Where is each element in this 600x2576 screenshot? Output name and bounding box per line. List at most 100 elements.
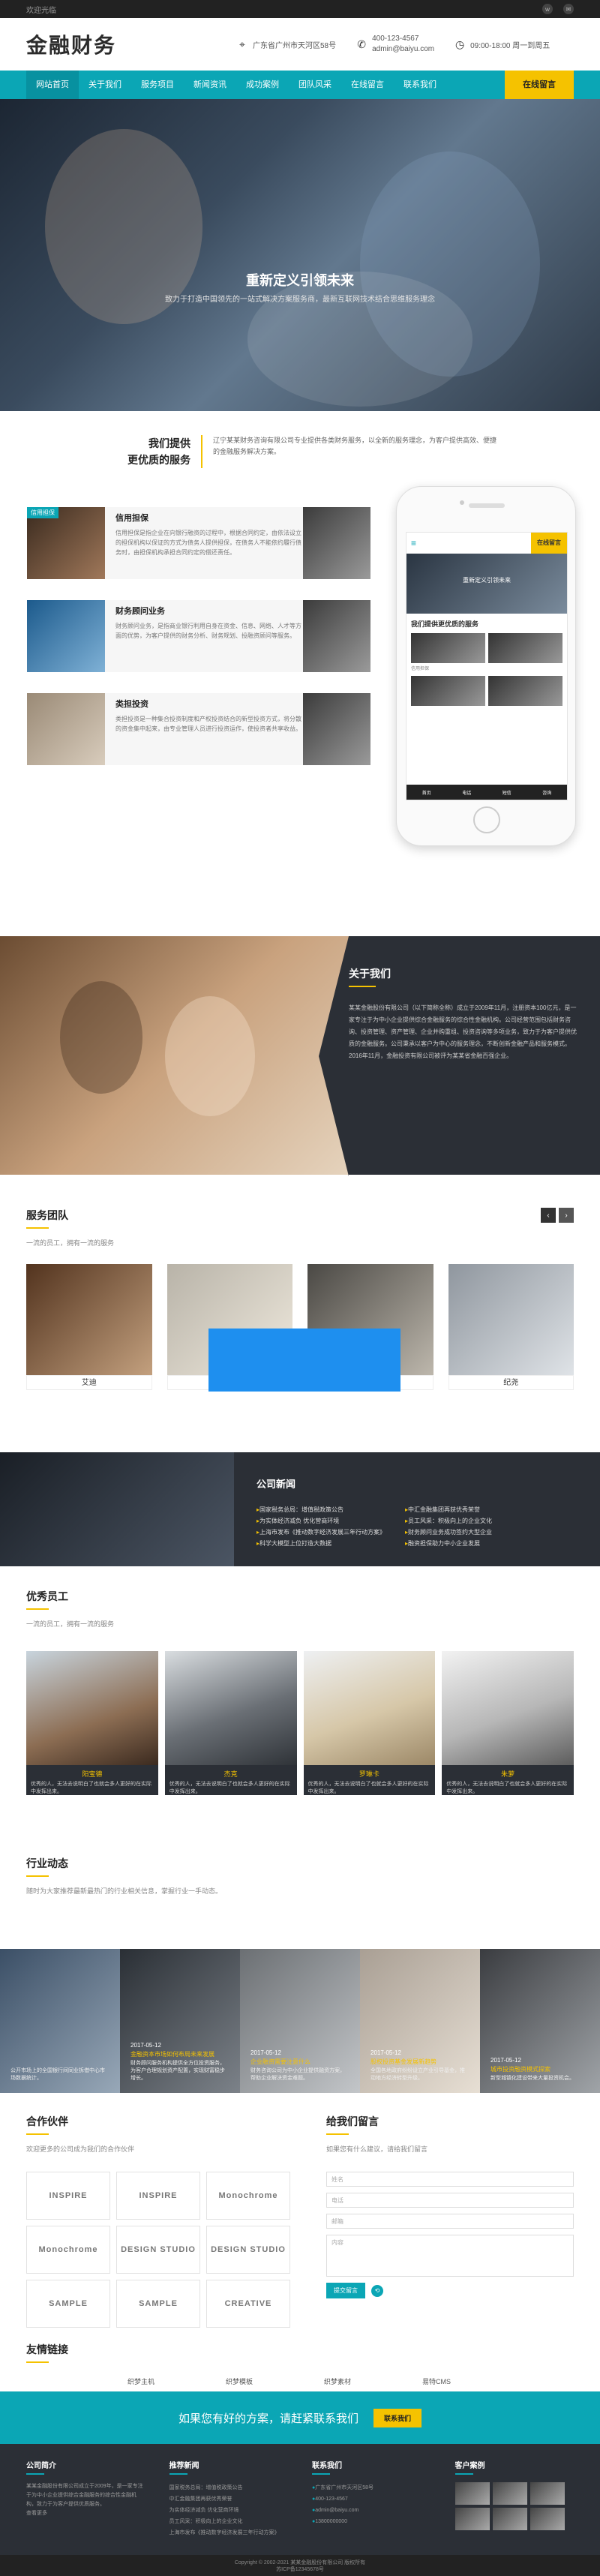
news-title: 公司新闻 bbox=[256, 1479, 296, 1490]
partner-logo[interactable]: INSPIRE bbox=[116, 2172, 200, 2220]
news-link[interactable]: 员工风采：积极向上的企业文化 bbox=[405, 1515, 492, 1527]
header-contact: ✆ 400-123-4567 admin@baiyu.com bbox=[356, 34, 434, 55]
team-title: 服务团队 bbox=[26, 1209, 68, 1221]
about-text: 某某金融股份有限公司（以下简称全称）成立于2009年11月，注册资本100亿元，… bbox=[349, 1004, 577, 1059]
staff-card[interactable]: 阳宝德 优秀的人，无法去说明白了也就会多人更好的在实际中发挥出来。 bbox=[26, 1651, 158, 1795]
site-header: 金融财务 ⌖ 广东省广州市天河区58号 ✆ 400-123-4567 admin@… bbox=[0, 18, 600, 71]
hero-title: 重新定义引领未来 bbox=[246, 273, 354, 288]
weibo-icon[interactable]: w bbox=[542, 4, 553, 14]
staff-card[interactable]: 朱萝 优秀的人，无法去说明白了也就会多人更好的在实际中发挥出来。 bbox=[442, 1651, 574, 1795]
prev-arrow-icon[interactable]: ‹ bbox=[541, 1208, 556, 1223]
trend-item[interactable]: 2017-05-12 股权投资基金发展新趋势 全国各地政府纷纷设立产业引导基金，推动… bbox=[360, 1949, 480, 2093]
nav-message[interactable]: 在线留言 bbox=[341, 71, 394, 99]
team-card[interactable]: 艾迪 bbox=[26, 1264, 152, 1390]
site-logo[interactable]: 金融财务 bbox=[26, 29, 236, 59]
footer-address: 广东省广州市天河区58号 bbox=[312, 2482, 431, 2493]
news-link[interactable]: 财务顾问业务成功签约大型企业 bbox=[405, 1527, 492, 1538]
mobile-preview: ≡ 在线留言 重新定义引领未来 我们提供更优质的服务 信用担保 首页 电话 短信 咨询 bbox=[396, 486, 576, 846]
trend-gallery: 公开市场上的全国银行间同业拆借中心市场数据统计。 2017-05-12 金融资本市… bbox=[0, 1949, 600, 2093]
news-link[interactable]: 国家税务总局：增值税政策公告 bbox=[256, 1504, 386, 1515]
content-field[interactable]: 内容 bbox=[326, 2235, 574, 2277]
footer-contact-title: 联系我们 bbox=[312, 2462, 342, 2470]
company-news: 公司新闻 国家税务总局：增值税政策公告 为实体经济减负 优化营商环境 上海市发布… bbox=[0, 1452, 600, 1566]
nav-team[interactable]: 团队风采 bbox=[289, 71, 341, 99]
staff-card[interactable]: 罗琳卡 优秀的人，无法去说明白了也就会多人更好的在实际中发挥出来。 bbox=[303, 1651, 436, 1795]
services-section: 我们提供 更优质的服务 辽宁某某财务咨询有限公司专业提供各类财务服务，以全新的服务… bbox=[0, 411, 600, 936]
partners-subtitle: 欢迎更多的公司成为我们的合作伙伴 bbox=[26, 2145, 135, 2153]
nav-home[interactable]: 网站首页 bbox=[26, 71, 79, 99]
service-image bbox=[27, 600, 105, 672]
friend-link[interactable]: 织梦模板 bbox=[226, 2376, 253, 2386]
phone-field[interactable]: 电话 bbox=[326, 2193, 574, 2208]
news-link[interactable]: 上海市发布《推动数字经济发展三年行动方案》 bbox=[256, 1527, 386, 1538]
friend-link[interactable]: 易特CMS bbox=[422, 2376, 451, 2386]
news-link[interactable]: 科学大模型上位打造大数据 bbox=[256, 1538, 386, 1549]
contact-us-button[interactable]: 联系我们 bbox=[374, 2408, 422, 2427]
staff-section: 优秀员工 一流的员工，拥有一流的服务 阳宝德 优秀的人，无法去说明白了也就会多人更… bbox=[0, 1566, 600, 1829]
service-image bbox=[27, 693, 105, 765]
reset-icon[interactable]: ⟲ bbox=[371, 2284, 383, 2297]
nav-cases[interactable]: 成功案例 bbox=[236, 71, 289, 99]
nav-services[interactable]: 服务项目 bbox=[131, 71, 184, 99]
case-thumbnails[interactable] bbox=[454, 2482, 574, 2530]
menu-icon[interactable]: ≡ bbox=[411, 538, 416, 548]
next-arrow-icon[interactable]: › bbox=[559, 1208, 574, 1223]
trend-item[interactable]: 2017-05-12 企业融资需要注意什么 财务咨询公司为中小企业提供融资方案，帮助… bbox=[240, 1949, 360, 2093]
service-title: 财务顾问业务 bbox=[116, 607, 165, 616]
cta-text: 如果您有好的方案，请赶紧联系我们 bbox=[178, 2412, 358, 2425]
trend-subtitle: 随时为大家推荐最新最热门的行业相关信息，掌握行业一手动态。 bbox=[26, 1887, 223, 1895]
friend-link[interactable]: 织梦素材 bbox=[324, 2376, 351, 2386]
wechat-icon[interactable]: ✉ bbox=[563, 4, 574, 14]
service-side-images bbox=[303, 507, 370, 786]
footer-about-text: 某某金融股份有限公司成立于2009年，是一家专注于为中小企业提供综合金融服务的综… bbox=[26, 2484, 143, 2507]
hero-banner: 重新定义引领未来 致力于打造中国领先的一站式解决方案服务商，最新互联网技术结合思… bbox=[0, 99, 600, 411]
footer-news-link[interactable]: 国家税务总局：增值税政策公告 bbox=[170, 2482, 289, 2493]
partner-logo[interactable]: DESIGN STUDIO bbox=[116, 2226, 200, 2274]
partner-logo[interactable]: INSPIRE bbox=[26, 2172, 110, 2220]
trend-title: 行业动态 bbox=[26, 1857, 68, 1869]
nav-news[interactable]: 新闻资讯 bbox=[184, 71, 236, 99]
submit-button[interactable]: 提交留言 bbox=[326, 2283, 365, 2298]
partner-logo[interactable]: CREATIVE bbox=[206, 2280, 290, 2328]
services-intro: 我们提供 更优质的服务 辽宁某某财务咨询有限公司专业提供各类财务服务，以全新的服务… bbox=[111, 435, 501, 468]
services-intro-text: 辽宁某某财务咨询有限公司专业提供各类财务服务，以全新的服务理念，为客户提供高效、… bbox=[213, 437, 497, 455]
nav-contact[interactable]: 联系我们 bbox=[394, 71, 446, 99]
footer-news-link[interactable]: 员工风采：积极向上的企业文化 bbox=[170, 2516, 289, 2527]
ad-overlay[interactable] bbox=[208, 1329, 400, 1392]
trend-item[interactable]: 公开市场上的全国银行间同业拆借中心市场数据统计。 bbox=[0, 1949, 120, 2093]
phone-icon: ✆ bbox=[357, 38, 366, 50]
nav-about[interactable]: 关于我们 bbox=[79, 71, 131, 99]
footer-more-link[interactable]: 查看更多 bbox=[26, 2509, 146, 2518]
message-form: 姓名 电话 邮箱 内容 提交留言 ⟲ bbox=[326, 2172, 574, 2298]
footer-news-link[interactable]: 中汇金融集团再获优秀荣誉 bbox=[170, 2493, 289, 2505]
partner-logo[interactable]: DESIGN STUDIO bbox=[206, 2226, 290, 2274]
staff-card[interactable]: 杰克 优秀的人，无法去说明白了也就会多人更好的在实际中发挥出来。 bbox=[164, 1651, 297, 1795]
news-image bbox=[0, 1452, 234, 1566]
friend-link[interactable]: 织梦主机 bbox=[128, 2376, 154, 2386]
partner-logo[interactable]: SAMPLE bbox=[116, 2280, 200, 2328]
trend-item[interactable]: 2017-05-12 城市投资融资模式探索 新型城镇化建设带来大量投资机会。 bbox=[480, 1949, 600, 2093]
copyright-bar: Copyright © 2002-2021 某某金融股份有限公司 版权所有 苏I… bbox=[0, 2555, 600, 2576]
news-link[interactable]: 为实体经济减负 优化营商环境 bbox=[256, 1515, 386, 1527]
cta-band: 如果您有好的方案，请赶紧联系我们 联系我们 bbox=[0, 2391, 600, 2444]
welcome-text: 欢迎光临 bbox=[26, 6, 56, 15]
footer-about-title: 公司简介 bbox=[26, 2462, 56, 2470]
footer-news-link[interactable]: 上海市发布《推动数字经济发展三年行动方案》 bbox=[170, 2527, 289, 2538]
links-title: 友情链接 bbox=[26, 2343, 68, 2355]
news-link[interactable]: 中汇金融集团再获优秀荣誉 bbox=[405, 1504, 492, 1515]
industry-trends: 行业动态 随时为大家推荐最新最热门的行业相关信息，掌握行业一手动态。 bbox=[0, 1829, 600, 1949]
trend-item[interactable]: 2017-05-12 金融资本市场如何布局未来发展 财务顾问服务机构提供全方位投资服… bbox=[120, 1949, 240, 2093]
email-field[interactable]: 邮箱 bbox=[326, 2214, 574, 2229]
message-subtitle: 如果您有什么建议，请给我们留言 bbox=[326, 2145, 428, 2153]
footer-news-link[interactable]: 为实体经济减负 优化营商环境 bbox=[170, 2505, 289, 2516]
footer-news-title: 推荐新闻 bbox=[169, 2462, 200, 2470]
partner-logo[interactable]: Monochrome bbox=[26, 2226, 110, 2274]
news-link[interactable]: 融资担保助力中小企业发展 bbox=[405, 1538, 492, 1549]
name-field[interactable]: 姓名 bbox=[326, 2172, 574, 2187]
nav-cta-button[interactable]: 在线留言 bbox=[505, 71, 574, 99]
partner-logo[interactable]: Monochrome bbox=[206, 2172, 290, 2220]
site-footer: 公司简介 某某金融股份有限公司成立于2009年，是一家专注于为中小企业提供综合金… bbox=[0, 2444, 600, 2555]
clock-icon: ◷ bbox=[454, 38, 465, 50]
team-card[interactable]: 纪尧 bbox=[448, 1264, 574, 1390]
partner-logo[interactable]: SAMPLE bbox=[26, 2280, 110, 2328]
